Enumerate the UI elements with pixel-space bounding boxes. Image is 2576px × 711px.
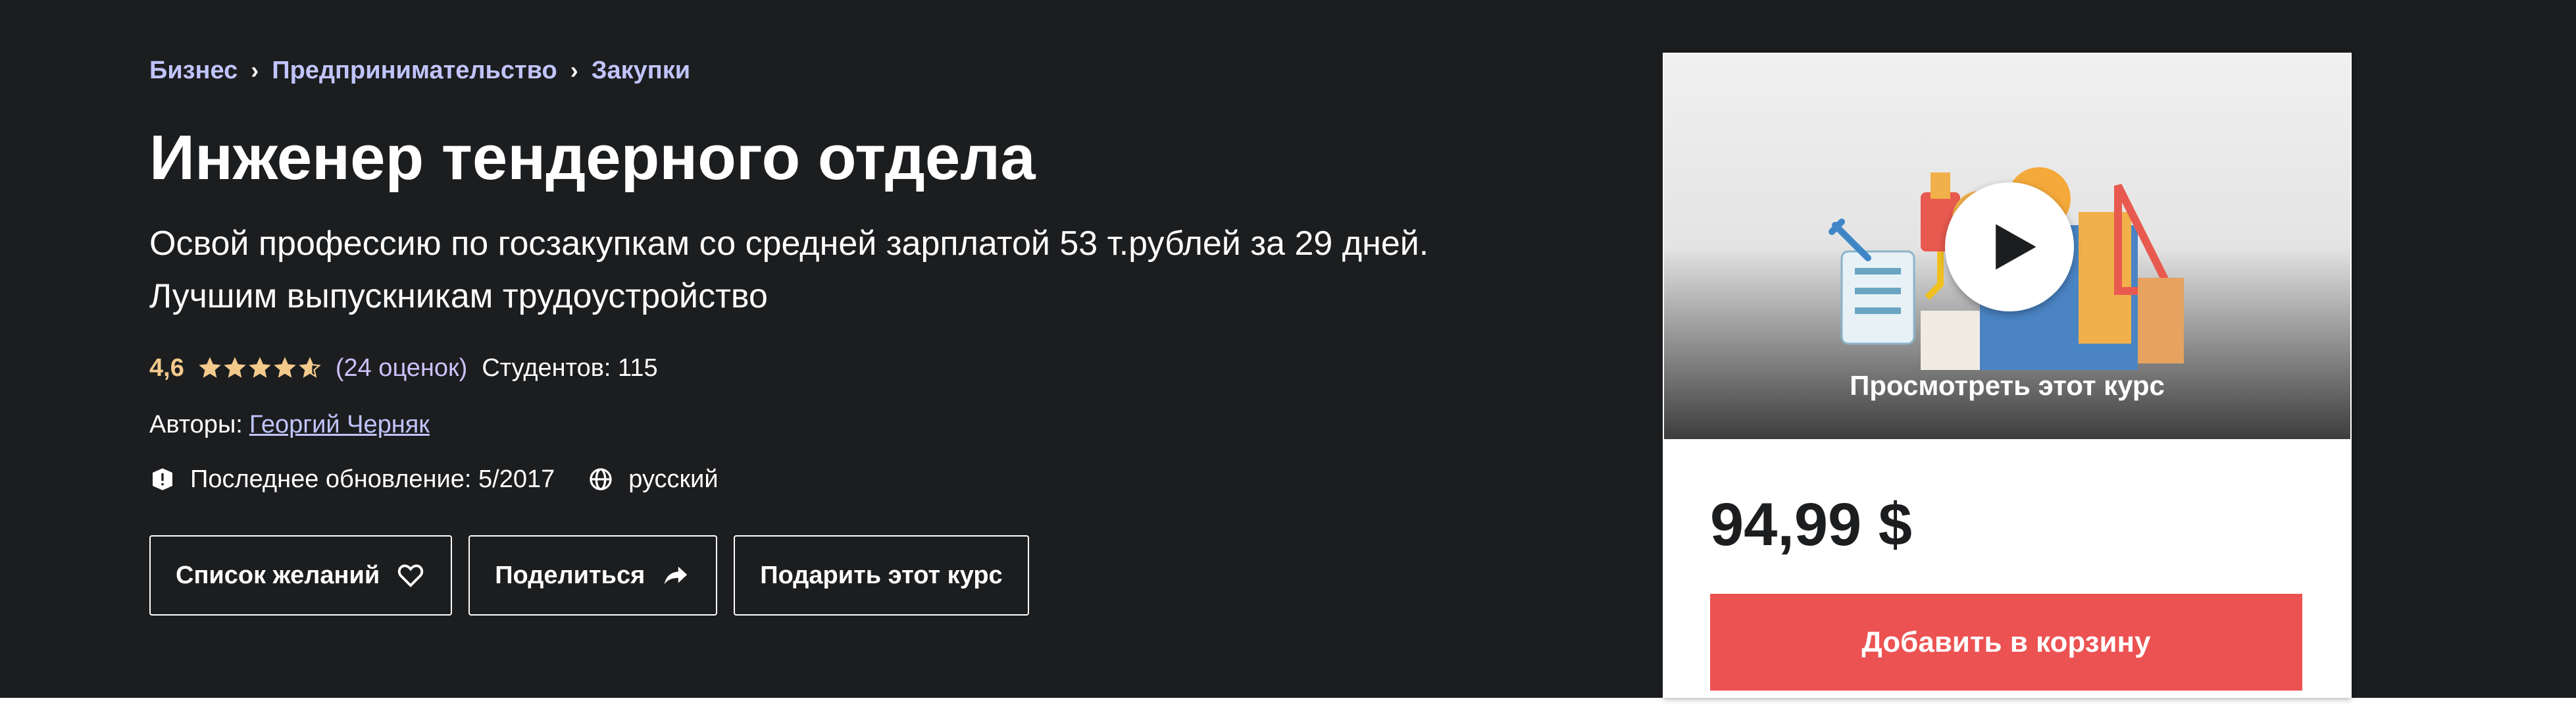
- rating-stars: [199, 357, 321, 379]
- rating-row: 4,6 (24 оценок) Студентов: 115: [149, 352, 658, 384]
- alert-icon: [153, 468, 172, 490]
- course-actions: Список желаний Поделиться Подарить этот …: [149, 535, 1029, 616]
- breadcrumb: Бизнес › Предпринимательство › Закупки: [149, 54, 690, 87]
- breadcrumb-procurement[interactable]: Закупки: [592, 57, 690, 85]
- play-icon: [1996, 224, 2036, 270]
- star-icon: [224, 357, 246, 378]
- course-price: 94,99 $: [1710, 491, 1912, 558]
- authors-row: Авторы: Георгий Черняк: [149, 408, 430, 441]
- add-to-cart-button[interactable]: Добавить в корзину: [1710, 594, 2302, 691]
- chevron-right-icon: ›: [570, 57, 578, 84]
- preview-label: Просмотреть этот курс: [1850, 370, 2165, 401]
- content-area-edge: [0, 698, 2576, 711]
- wishlist-button[interactable]: Список желаний: [149, 535, 453, 616]
- star-icon: [299, 357, 321, 378]
- course-meta: Последнее обновление: 5/2017 русский: [149, 463, 751, 496]
- last-update: Последнее обновление: 5/2017: [149, 465, 555, 494]
- wishlist-label: Список желаний: [176, 561, 380, 589]
- author-link[interactable]: Георгий Черняк: [249, 411, 430, 439]
- breadcrumb-entrepreneurship[interactable]: Предпринимательство: [272, 57, 557, 85]
- globe-icon: [590, 468, 612, 490]
- rating-count-link[interactable]: (24 оценок): [336, 354, 467, 382]
- share-arrow-icon: [665, 566, 688, 585]
- star-icon: [249, 357, 271, 378]
- share-label: Поделиться: [495, 561, 645, 589]
- students-count: Студентов: 115: [482, 354, 658, 382]
- star-icon: [199, 357, 221, 378]
- gift-label: Подарить этот курс: [760, 561, 1003, 589]
- authors-label: Авторы:: [149, 410, 243, 438]
- last-update-text: Последнее обновление: 5/2017: [190, 465, 555, 493]
- course-title: Инженер тендерного отдела: [149, 122, 1036, 193]
- purchase-card: Просмотреть этот курс 94,99 $ Добавить в…: [1663, 53, 2352, 698]
- play-button[interactable]: [1945, 182, 2074, 311]
- language-text: русский: [628, 465, 719, 493]
- heart-icon: [398, 564, 424, 588]
- breadcrumb-business[interactable]: Бизнес: [149, 57, 238, 85]
- share-button[interactable]: Поделиться: [468, 535, 718, 616]
- chevron-right-icon: ›: [251, 57, 259, 84]
- rating-value: 4,6: [149, 354, 184, 382]
- course-preview[interactable]: Просмотреть этот курс: [1664, 54, 2350, 439]
- gift-course-button[interactable]: Подарить этот курс: [734, 535, 1029, 616]
- course-subtitle: Освой профессию по госзакупкам со средне…: [149, 224, 1429, 315]
- course-language: русский: [588, 465, 719, 494]
- star-icon: [274, 357, 296, 378]
